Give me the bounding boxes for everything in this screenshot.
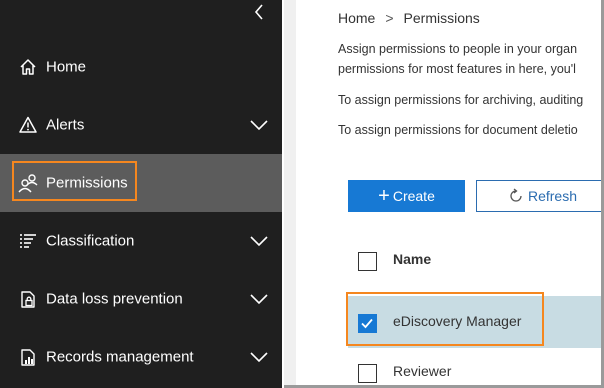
table-row[interactable]: eDiscovery Manager xyxy=(348,296,601,348)
checkmark-icon xyxy=(361,318,373,329)
chevron-down-icon[interactable] xyxy=(249,292,269,306)
row-checkbox[interactable] xyxy=(358,364,377,383)
main-content: Home > Permissions Assign permissions to p… xyxy=(296,0,601,385)
create-button[interactable]: + Create xyxy=(348,180,465,212)
nav-item-label: Records management xyxy=(46,348,194,366)
nav-item-label: Classification xyxy=(46,232,135,250)
table-row[interactable]: Reviewer xyxy=(348,348,601,385)
nav-item-alerts[interactable]: Alerts xyxy=(0,96,282,154)
nav-item-label: Permissions xyxy=(46,174,128,192)
nav-item-home[interactable]: Home xyxy=(0,38,282,96)
nav-item-label: Data loss prevention xyxy=(46,290,183,308)
nav-item-label: Home xyxy=(46,58,87,76)
people-icon xyxy=(17,172,39,194)
collapse-nav-button[interactable] xyxy=(250,2,268,22)
description-line: To assign permissions for document delet… xyxy=(338,123,578,137)
create-button-label: Create xyxy=(392,188,435,204)
chevron-down-icon[interactable] xyxy=(249,350,269,364)
nav-item-classification[interactable]: Classification xyxy=(0,212,282,270)
nav-item-records-management[interactable]: Records management xyxy=(0,328,282,386)
row-name: Reviewer xyxy=(393,363,452,379)
chevron-down-icon[interactable] xyxy=(249,118,269,132)
description-line: Assign permissions to people in your org… xyxy=(338,42,578,56)
breadcrumb-current: Permissions xyxy=(403,10,480,26)
nav-item-data-loss-prevention[interactable]: Data loss prevention xyxy=(0,270,282,328)
select-all-checkbox[interactable] xyxy=(358,252,377,271)
nav-item-label: Alerts xyxy=(46,116,85,134)
chevron-left-icon xyxy=(254,4,263,20)
list-icon xyxy=(17,230,39,252)
warning-icon xyxy=(17,114,39,136)
breadcrumb-separator: > xyxy=(385,10,394,26)
navigation-sidebar: Home Alerts Permissions Classification D… xyxy=(0,0,282,388)
column-header-name: Name xyxy=(393,251,432,267)
lock-icon xyxy=(17,288,39,310)
home-icon xyxy=(17,56,39,78)
chart-icon xyxy=(17,346,39,368)
description-line: To assign permissions for archiving, aud… xyxy=(338,93,584,107)
plus-icon: + xyxy=(378,185,390,207)
refresh-button[interactable]: Refresh xyxy=(476,180,601,212)
description-line: permissions for most features in here, y… xyxy=(338,62,576,76)
refresh-button-label: Refresh xyxy=(527,188,578,204)
breadcrumb: Home > Permissions xyxy=(338,10,480,26)
nav-item-permissions[interactable]: Permissions xyxy=(0,154,282,212)
breadcrumb-home-link[interactable]: Home xyxy=(338,10,375,26)
refresh-icon xyxy=(508,188,524,204)
row-checkbox[interactable] xyxy=(358,314,377,333)
chevron-down-icon[interactable] xyxy=(249,234,269,248)
row-name: eDiscovery Manager xyxy=(393,313,522,329)
scroll-gutter xyxy=(284,0,296,388)
